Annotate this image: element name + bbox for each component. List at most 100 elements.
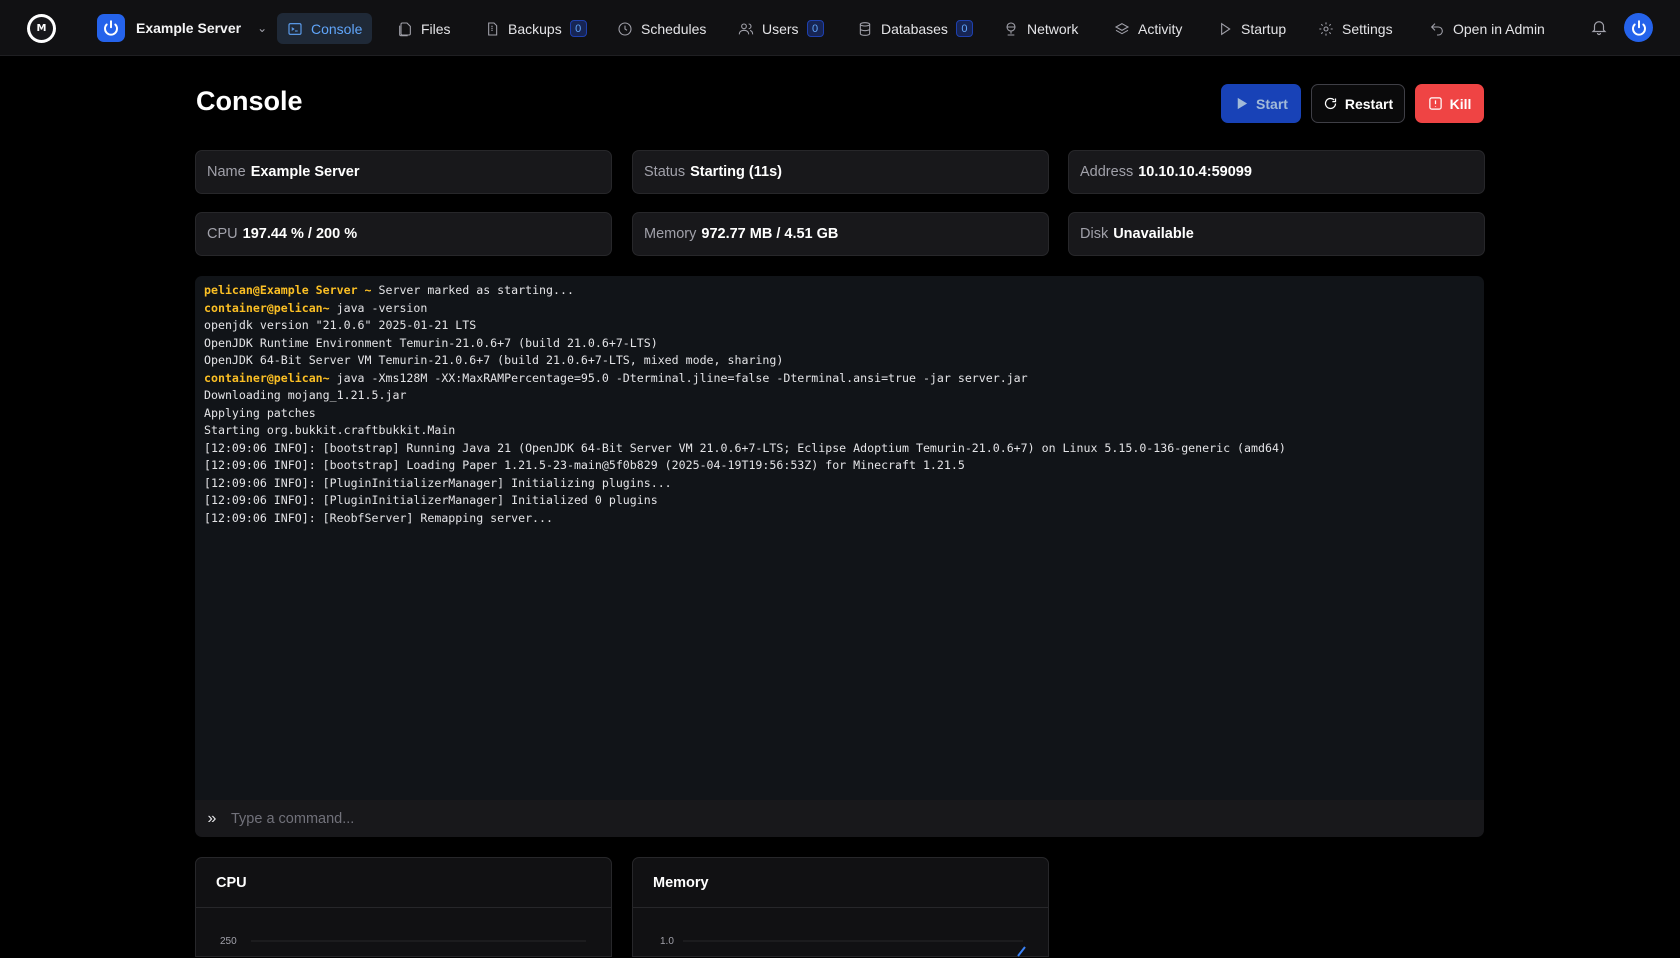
console-line: [12:09:06 INFO]: [ReobfServer] Remapping…: [204, 510, 1475, 528]
nav-activity[interactable]: Activity: [1104, 13, 1192, 44]
chart-title: Memory: [653, 875, 709, 891]
bell-icon[interactable]: [1590, 18, 1608, 36]
memory-chart-card: Memory 1.0: [632, 857, 1049, 957]
nav-startup-label: Startup: [1241, 20, 1287, 37]
users-icon: [738, 21, 754, 37]
console-text: [12:09:06 INFO]: [bootstrap] Loading Pap…: [204, 458, 965, 472]
app-logo[interactable]: M: [27, 14, 56, 43]
cpu-chart-card: CPU 250: [195, 857, 612, 957]
nav-databases[interactable]: Databases 0: [847, 13, 983, 44]
stat-card-disk: Disk Unavailable: [1068, 212, 1485, 256]
y-tick-label: 250: [220, 936, 237, 947]
return-icon: [1429, 21, 1445, 37]
nav-files[interactable]: Files: [387, 13, 461, 44]
console-line: container@pelican~ java -Xms128M -XX:Max…: [204, 370, 1475, 388]
stat-value: 10.10.10.4:59099: [1138, 164, 1252, 180]
stat-card-name: Name Example Server: [195, 150, 612, 194]
refresh-icon: [1324, 97, 1336, 110]
console-text: [12:09:06 INFO]: [ReobfServer] Remapping…: [204, 510, 554, 525]
backup-icon: [484, 21, 500, 37]
restart-button-label: Restart: [1344, 95, 1394, 112]
stat-value: Starting (11s): [690, 164, 782, 180]
command-input[interactable]: [231, 810, 1431, 827]
console-line: container@pelican~ java -version: [204, 300, 1475, 318]
console-line: openjdk version "21.0.6" 2025-01-21 LTS: [204, 317, 1475, 335]
logo-mark-icon: M: [30, 17, 53, 40]
console-line: OpenJDK 64-Bit Server VM Temurin-21.0.6+…: [204, 352, 1475, 370]
stat-label: Disk: [1080, 226, 1109, 242]
stat-label: Address: [1080, 164, 1134, 180]
stat-card-cpu: CPU 197.44 % / 200 %: [195, 212, 612, 256]
console-text: java -version: [329, 300, 428, 315]
console-text: [12:09:06 INFO]: [bootstrap] Running Jav…: [204, 440, 1286, 455]
memory-chart: 1.0: [660, 936, 1026, 957]
stat-label: Memory: [644, 226, 697, 242]
nav-settings[interactable]: Settings: [1308, 13, 1403, 44]
stat-card-memory: Memory 972.77 MB / 4.51 GB: [632, 212, 1049, 256]
stat-value: Example Server: [250, 164, 360, 180]
gear-icon: [1318, 21, 1334, 37]
console-prompt: container@pelican~: [204, 370, 330, 385]
console-text: java -Xms128M -XX:MaxRAMPercentage=95.0 …: [329, 370, 1028, 385]
restart-button[interactable]: Restart: [1311, 84, 1405, 123]
console-line: [12:09:06 INFO]: [PluginInitializerManag…: [204, 492, 1475, 510]
databases-count-badge: 0: [955, 20, 973, 37]
network-icon: [1003, 21, 1019, 37]
stat-value: 197.44 % / 200 %: [242, 226, 358, 242]
console-text: Downloading mojang_1.21.5.jar: [204, 388, 407, 402]
stat-card-status: Status Starting (11s): [632, 150, 1049, 194]
stat-label: Status: [644, 164, 686, 180]
console-text: OpenJDK Runtime Environment Temurin-21.0…: [204, 335, 658, 350]
console-prompt: pelican@Example Server ~: [204, 283, 372, 297]
terminal-icon: [287, 21, 303, 37]
console-line: [12:09:06 INFO]: [bootstrap] Loading Pap…: [204, 457, 1475, 475]
user-avatar[interactable]: [1624, 13, 1653, 42]
nav-databases-label: Databases: [881, 20, 948, 37]
console-output[interactable]: pelican@Example Server ~ Server marked a…: [195, 276, 1484, 800]
nav-console[interactable]: Console: [277, 13, 373, 44]
console-line: Starting org.bukkit.craftbukkit.Main: [204, 422, 1475, 440]
console-line: pelican@Example Server ~ Server marked a…: [204, 282, 1475, 300]
console-line: OpenJDK Runtime Environment Temurin-21.0…: [204, 335, 1475, 353]
stat-value: 972.77 MB / 4.51 GB: [701, 226, 839, 242]
users-count-badge: 0: [806, 20, 824, 37]
nav-files-label: Files: [421, 20, 451, 37]
nav-network[interactable]: Network: [993, 13, 1088, 44]
top-navigation: M Example Server ⌄ Console Files Backups…: [0, 0, 1680, 56]
nav-network-label: Network: [1027, 20, 1079, 37]
chevrons-right-icon: »: [207, 809, 217, 827]
console-line: [12:09:06 INFO]: [PluginInitializerManag…: [204, 475, 1475, 493]
power-icon: [97, 14, 125, 42]
stat-label: CPU: [207, 226, 238, 242]
nav-schedules[interactable]: Schedules: [607, 13, 716, 44]
command-bar: »: [195, 800, 1484, 837]
console-line: Applying patches: [204, 405, 1475, 423]
chevron-down-icon: ⌄: [257, 21, 268, 35]
console-text: [12:09:06 INFO]: [PluginInitializerManag…: [204, 493, 658, 507]
nav-console-label: Console: [311, 20, 363, 37]
console-text: Server marked as starting...: [371, 283, 574, 297]
console-line: Downloading mojang_1.21.5.jar: [204, 387, 1475, 405]
server-name: Example Server: [136, 20, 242, 36]
console-text: [12:09:06 INFO]: [PluginInitializerManag…: [204, 475, 672, 490]
nav-settings-label: Settings: [1342, 20, 1393, 37]
clock-icon: [617, 21, 633, 37]
start-button[interactable]: Start: [1221, 84, 1301, 123]
nav-activity-label: Activity: [1138, 20, 1183, 37]
nav-schedules-label: Schedules: [641, 20, 707, 37]
backups-count-badge: 0: [569, 20, 587, 37]
memory-series-line: [1017, 946, 1026, 957]
server-selector[interactable]: Example Server ⌄: [97, 13, 267, 43]
nav-startup[interactable]: Startup: [1207, 13, 1296, 44]
nav-users[interactable]: Users 0: [728, 13, 834, 44]
nav-open-in-admin[interactable]: Open in Admin: [1419, 13, 1555, 44]
y-tick-label: 1.0: [660, 936, 674, 947]
play-icon: [1217, 21, 1233, 37]
start-button-label: Start: [1256, 95, 1288, 112]
nav-open-in-admin-label: Open in Admin: [1453, 20, 1545, 37]
kill-button[interactable]: Kill: [1415, 84, 1484, 123]
nav-backups[interactable]: Backups 0: [474, 13, 597, 44]
page-title: Console: [196, 86, 303, 116]
cpu-chart: 250: [220, 936, 586, 947]
console-text: openjdk version "21.0.6" 2025-01-21 LTS: [204, 318, 477, 332]
